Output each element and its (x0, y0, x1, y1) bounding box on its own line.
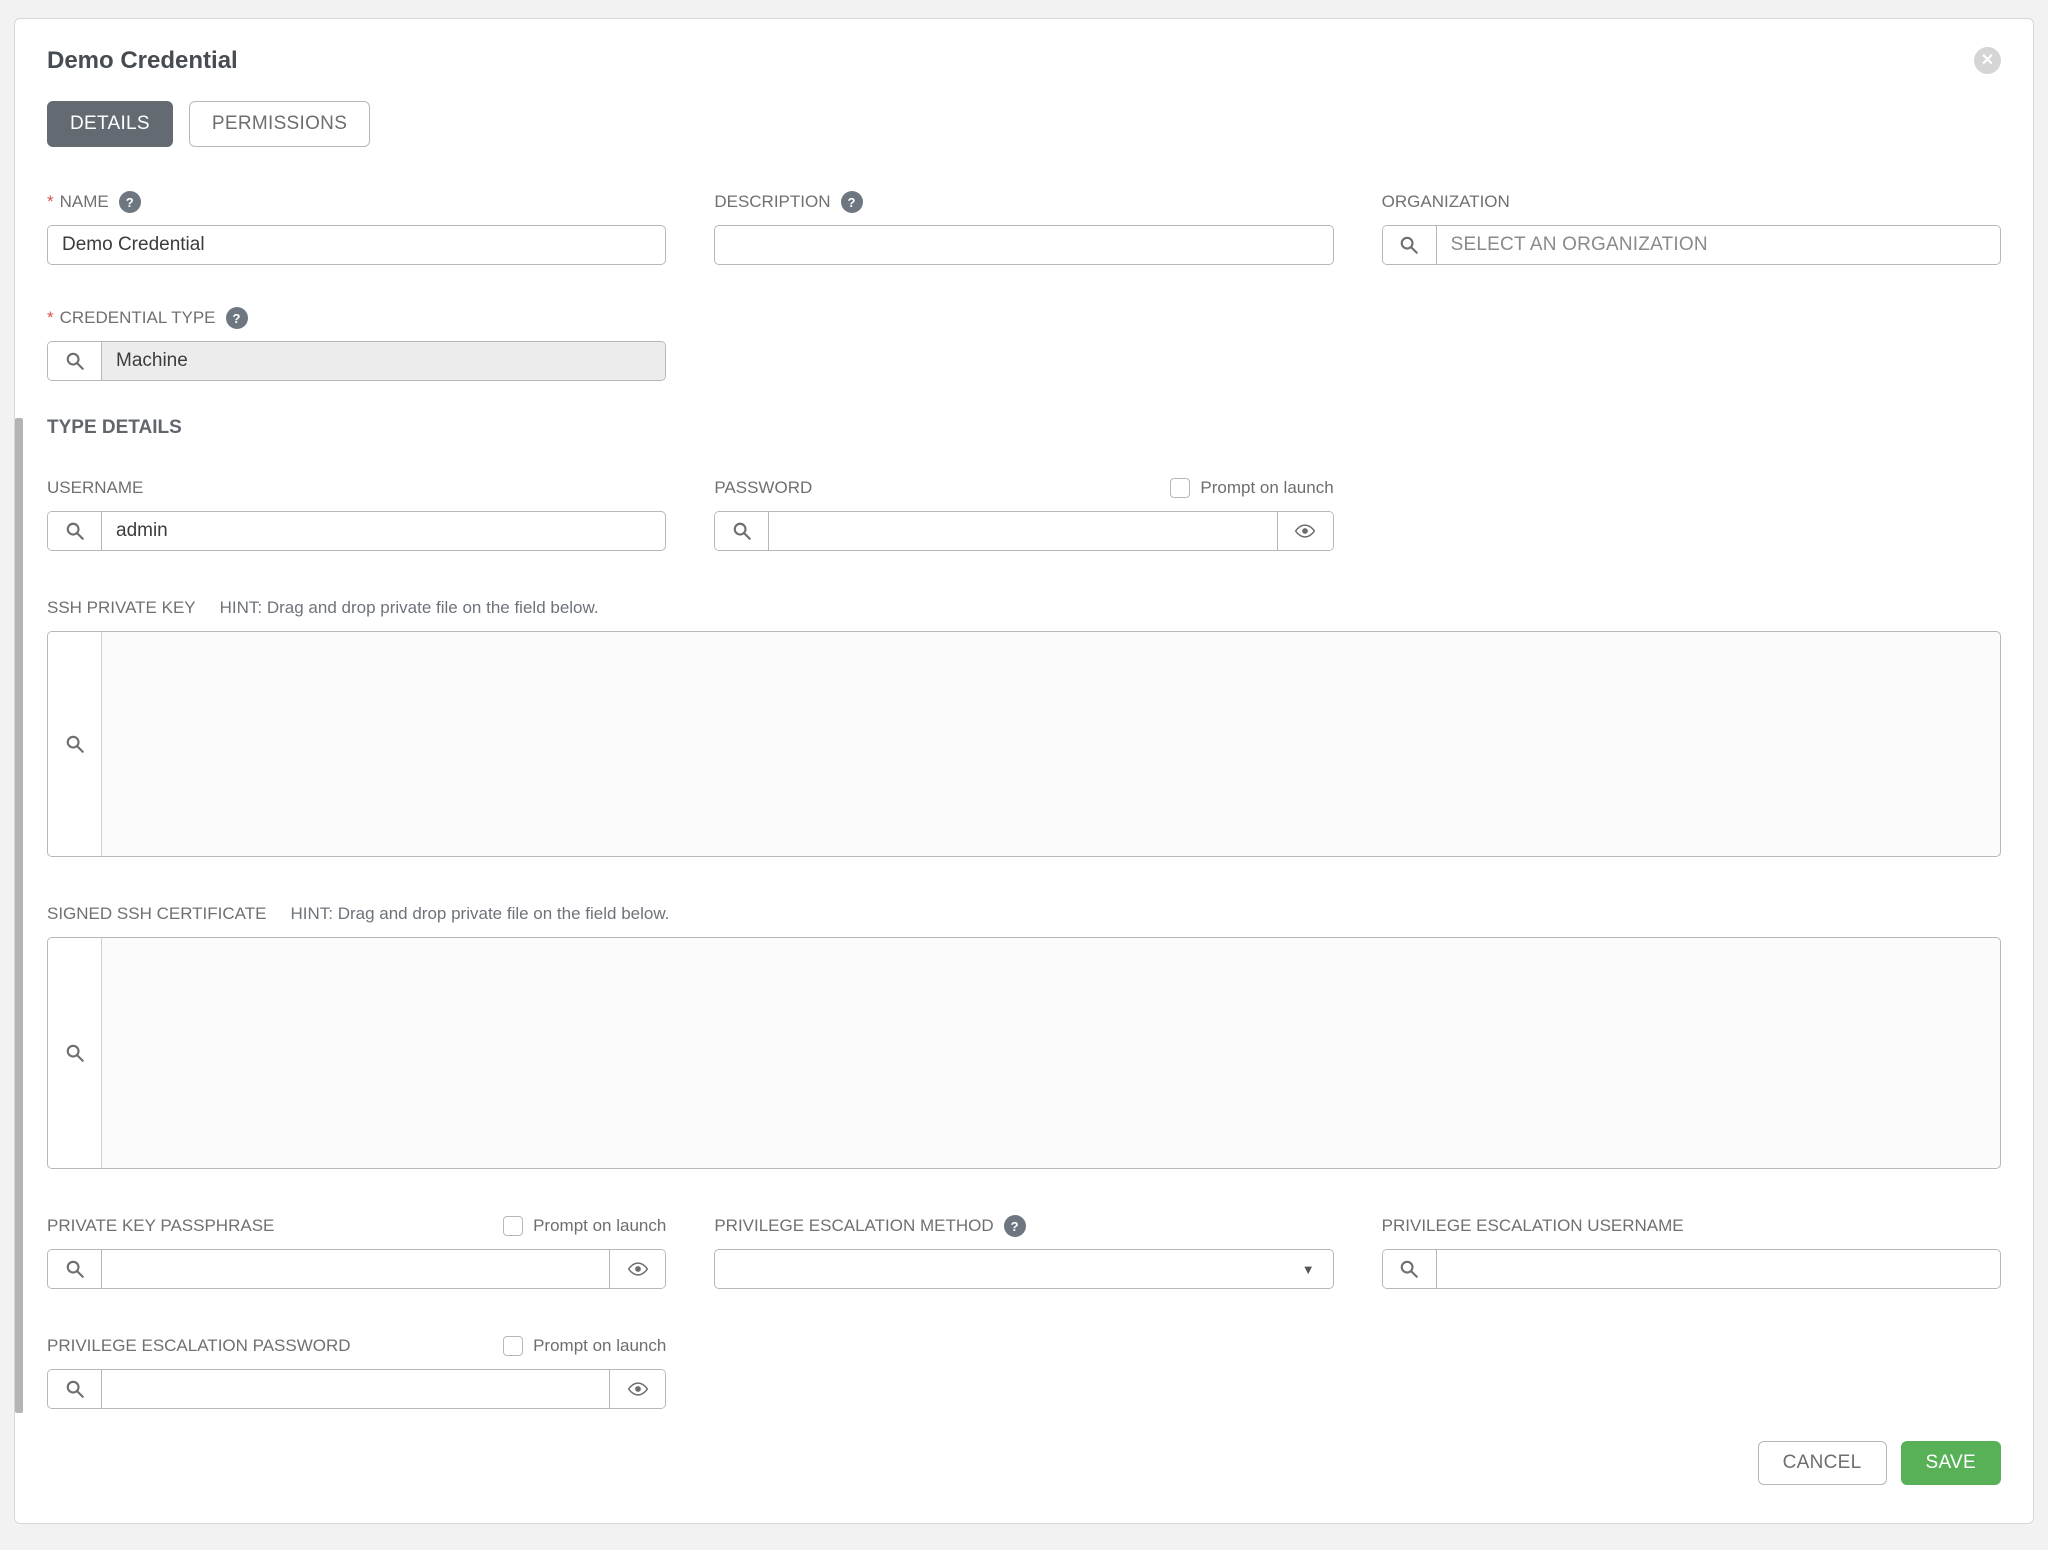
private-key-passphrase-show-eye-icon[interactable] (609, 1250, 665, 1288)
credential-type-input (102, 342, 665, 380)
field-private-key-passphrase: PRIVATE KEY PASSPHRASE Prompt on launch (47, 1215, 666, 1289)
private-key-passphrase-prompt-label: Prompt on launch (533, 1216, 666, 1236)
save-button[interactable]: SAVE (1901, 1441, 2001, 1485)
ssh-private-key-hint: HINT: Drag and drop private file on the … (220, 598, 599, 618)
close-glyph: ✕ (1981, 53, 1994, 69)
page-title: Demo Credential (47, 47, 238, 75)
form-actions: CANCEL SAVE (47, 1441, 2001, 1485)
tab-permissions[interactable]: PERMISSIONS (189, 101, 370, 147)
cancel-button[interactable]: CANCEL (1758, 1441, 1887, 1485)
name-input[interactable] (47, 225, 666, 265)
tab-details-label: DETAILS (70, 113, 150, 135)
type-details-heading: TYPE DETAILS (47, 417, 2001, 439)
search-icon (65, 1259, 85, 1279)
help-glyph: ? (126, 195, 134, 210)
privilege-escalation-password-label: PRIVILEGE ESCALATION PASSWORD (47, 1336, 351, 1356)
field-name: * NAME ? (47, 191, 666, 265)
credential-type-search-icon[interactable] (48, 342, 102, 380)
vertical-scrollbar-thumb[interactable] (15, 418, 23, 1413)
field-privilege-escalation-username: PRIVILEGE ESCALATION USERNAME (1382, 1215, 2001, 1289)
tab-details[interactable]: DETAILS (47, 101, 173, 147)
name-label: NAME (60, 192, 109, 212)
private-key-passphrase-search-icon[interactable] (48, 1250, 102, 1288)
password-label: PASSWORD (714, 478, 812, 498)
search-icon (65, 734, 85, 754)
field-signed-ssh-certificate: SIGNED SSH CERTIFICATE HINT: Drag and dr… (47, 903, 2001, 1169)
organization-search-icon[interactable] (1383, 226, 1437, 264)
private-key-passphrase-label: PRIVATE KEY PASSPHRASE (47, 1216, 274, 1236)
privilege-escalation-username-search-icon[interactable] (1383, 1250, 1437, 1288)
field-credential-type: * CREDENTIAL TYPE ? (47, 307, 666, 381)
username-label: USERNAME (47, 478, 143, 498)
signed-ssh-certificate-label: SIGNED SSH CERTIFICATE (47, 904, 266, 924)
cancel-label: CANCEL (1783, 1452, 1862, 1474)
help-glyph: ? (848, 195, 856, 210)
field-privilege-escalation-password: PRIVILEGE ESCALATION PASSWORD Prompt on … (47, 1335, 666, 1409)
eye-icon (627, 1258, 649, 1280)
search-icon (65, 521, 85, 541)
ssh-private-key-search-icon[interactable] (48, 632, 102, 856)
organization-input[interactable] (1437, 226, 2000, 264)
description-help-icon[interactable]: ? (841, 191, 863, 213)
password-prompt-checkbox[interactable] (1170, 478, 1190, 498)
field-organization: ORGANIZATION (1382, 191, 2001, 265)
modal-header: Demo Credential ✕ (47, 47, 2001, 77)
description-input[interactable] (714, 225, 1333, 265)
description-label: DESCRIPTION (714, 192, 830, 212)
username-search-icon[interactable] (48, 512, 102, 550)
privilege-escalation-username-input[interactable] (1437, 1250, 2000, 1288)
search-icon (65, 1379, 85, 1399)
search-icon (65, 351, 85, 371)
privilege-escalation-method-label: PRIVILEGE ESCALATION METHOD (714, 1216, 993, 1236)
search-icon (65, 1043, 85, 1063)
field-description: DESCRIPTION ? (714, 191, 1333, 265)
organization-label: ORGANIZATION (1382, 192, 1510, 212)
help-glyph: ? (233, 311, 241, 326)
search-icon (1399, 1259, 1419, 1279)
field-username: USERNAME (47, 477, 666, 551)
credential-type-label: CREDENTIAL TYPE (60, 308, 216, 328)
privilege-escalation-password-search-icon[interactable] (48, 1370, 102, 1408)
private-key-passphrase-input[interactable] (102, 1250, 609, 1288)
password-search-icon[interactable] (715, 512, 769, 550)
ssh-private-key-label: SSH PRIVATE KEY (47, 598, 196, 618)
name-help-icon[interactable]: ? (119, 191, 141, 213)
field-ssh-private-key: SSH PRIVATE KEY HINT: Drag and drop priv… (47, 597, 2001, 857)
username-input[interactable] (102, 512, 665, 550)
signed-ssh-certificate-textarea[interactable] (102, 938, 2000, 1168)
privilege-escalation-password-input[interactable] (102, 1370, 609, 1408)
eye-icon (1294, 520, 1316, 542)
privilege-escalation-password-show-eye-icon[interactable] (609, 1370, 665, 1408)
search-icon (732, 521, 752, 541)
signed-ssh-certificate-hint: HINT: Drag and drop private file on the … (290, 904, 669, 924)
tab-permissions-label: PERMISSIONS (212, 113, 347, 135)
signed-ssh-certificate-search-icon[interactable] (48, 938, 102, 1168)
tab-bar: DETAILS PERMISSIONS (47, 101, 2001, 147)
search-icon (1399, 235, 1419, 255)
credential-form-card: Demo Credential ✕ DETAILS PERMISSIONS * … (14, 18, 2034, 1524)
field-password: PASSWORD Prompt on launch (714, 477, 1333, 551)
password-input[interactable] (769, 512, 1276, 550)
chevron-down-icon: ▼ (1302, 1262, 1315, 1277)
help-glyph: ? (1011, 1219, 1019, 1234)
privilege-escalation-password-prompt-label: Prompt on launch (533, 1336, 666, 1356)
required-marker: * (47, 308, 54, 328)
private-key-passphrase-prompt-checkbox[interactable] (503, 1216, 523, 1236)
password-prompt-label: Prompt on launch (1200, 478, 1333, 498)
credential-type-help-icon[interactable]: ? (226, 307, 248, 329)
close-icon[interactable]: ✕ (1974, 47, 2001, 74)
privilege-escalation-method-select[interactable]: ▼ (714, 1249, 1333, 1289)
privilege-escalation-username-label: PRIVILEGE ESCALATION USERNAME (1382, 1216, 1684, 1236)
required-marker: * (47, 192, 54, 212)
privilege-escalation-method-help-icon[interactable]: ? (1004, 1215, 1026, 1237)
ssh-private-key-textarea[interactable] (102, 632, 2000, 856)
save-label: SAVE (1926, 1452, 1976, 1474)
eye-icon (627, 1378, 649, 1400)
password-show-eye-icon[interactable] (1277, 512, 1333, 550)
privilege-escalation-password-prompt-checkbox[interactable] (503, 1336, 523, 1356)
field-privilege-escalation-method: PRIVILEGE ESCALATION METHOD ? ▼ (714, 1215, 1333, 1289)
